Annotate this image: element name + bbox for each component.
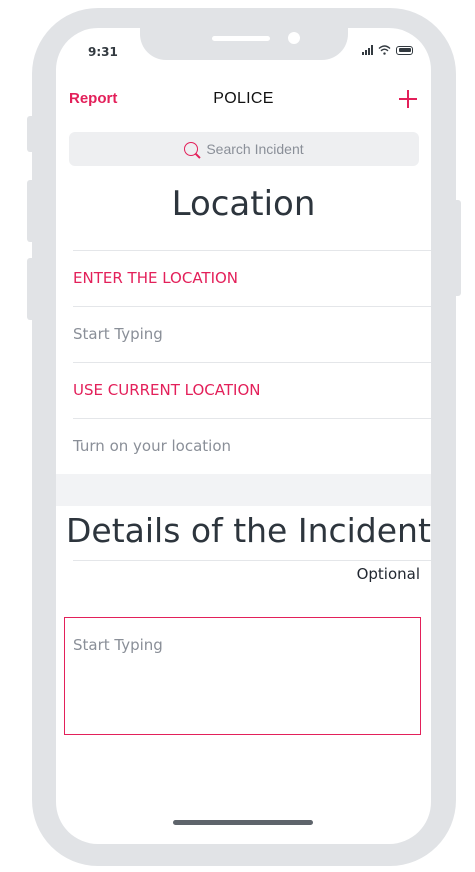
home-indicator[interactable] [173, 820, 313, 825]
location-input[interactable]: Start Typing [73, 306, 431, 363]
details-textarea[interactable]: Start Typing [64, 617, 421, 735]
turn-on-location-row[interactable]: Turn on your location [73, 418, 431, 475]
battery-icon [396, 45, 413, 55]
search-icon [184, 142, 199, 156]
location-heading: Location [171, 184, 316, 224]
phone-volume-down [27, 258, 33, 320]
enter-location-label: ENTER THE LOCATION [73, 269, 239, 287]
location-input-placeholder: Start Typing [73, 325, 163, 343]
enter-location-row[interactable]: ENTER THE LOCATION [73, 250, 431, 307]
optional-label: Optional [356, 565, 420, 583]
camera-icon [288, 32, 300, 44]
notch [140, 28, 348, 60]
details-heading: Details of the Incident [66, 511, 431, 550]
signal-icon [362, 45, 373, 55]
plus-icon[interactable] [399, 90, 417, 108]
nav-title: POLICE [213, 90, 274, 107]
search-placeholder: Search Incident [206, 141, 304, 157]
search-input[interactable]: Search Incident [69, 132, 419, 166]
status-time: 9:31 [88, 45, 118, 59]
speaker [212, 36, 270, 41]
use-current-location-row[interactable]: USE CURRENT LOCATION [73, 362, 431, 419]
phone-volume-up [27, 180, 33, 242]
wifi-icon [378, 45, 391, 55]
phone-power-button [455, 200, 461, 296]
phone-side-button [27, 116, 33, 152]
details-placeholder: Start Typing [73, 636, 163, 654]
turn-on-location-label: Turn on your location [73, 437, 232, 455]
section-divider [56, 474, 431, 506]
phone-screen: 9:31 Report POLICE Search Incident Locat… [56, 28, 431, 844]
divider [73, 560, 431, 561]
status-icons [362, 45, 413, 55]
use-current-location-label: USE CURRENT LOCATION [73, 381, 261, 399]
